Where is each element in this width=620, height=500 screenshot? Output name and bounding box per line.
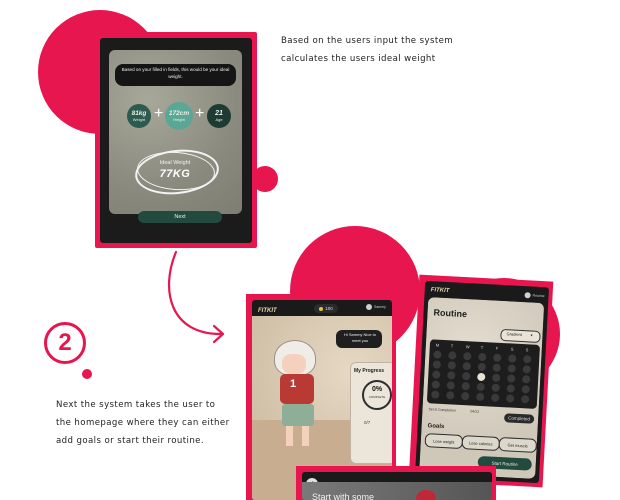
step2-caption-line1: Next the system takes the user to (56, 400, 216, 410)
goal-button-lose-weight[interactable]: Lose weight (424, 433, 464, 450)
step2-caption-line2: the homepage where they can either (56, 418, 230, 428)
bottom-red-figure (416, 490, 436, 500)
step2-number-dot (82, 369, 92, 379)
coin-icon (319, 306, 324, 311)
progress-title: My Progress (354, 368, 385, 374)
bottom-heading: Start with some (312, 492, 375, 500)
weight-circle: 81kg Weight (127, 104, 151, 128)
ideal-weight-value: 77KG (159, 168, 191, 180)
step1-caption-line1: Based on the users input the system (281, 36, 454, 46)
home-logo: FITKIT (258, 308, 277, 314)
home-speech-text: Hi Sammy Nice to meet you (343, 332, 376, 343)
progress-value: 0% (371, 386, 383, 393)
bottom-top-bar (302, 472, 492, 482)
step2-number: 2 (58, 329, 72, 356)
step2-caption-line3: add goals or start their routine. (56, 436, 204, 446)
routine-title: Routine (433, 307, 468, 320)
height-circle: 172cm Height (165, 102, 193, 130)
calendar-day-header: T (450, 343, 454, 349)
routine-complete-button[interactable]: Completed (503, 413, 535, 424)
routine-date-label: 04/22 (470, 409, 480, 414)
step1-caption: Based on the users input the system calc… (281, 32, 453, 68)
plus-sign-1: + (154, 105, 164, 122)
avatar-face (282, 354, 306, 374)
calendar-day-header: S (510, 346, 514, 352)
step1-caption-line2: calculates the users ideal weight (281, 54, 436, 64)
goals-title: Goals (427, 423, 445, 431)
avatar-leg-left (286, 426, 293, 446)
avatar-shirt-number: 1 (290, 378, 297, 390)
age-label: Age (215, 117, 223, 122)
home-user-name: Sammy (374, 305, 386, 309)
step2-caption: Next the system takes the user to the ho… (56, 396, 230, 450)
home-coins: 100 (325, 306, 333, 311)
calendar-day-header: W (465, 344, 470, 350)
home-coin-counter: 100 (314, 304, 338, 313)
plus-sign-2: + (195, 105, 205, 122)
result-card: Based on your filled in fields, this wou… (109, 50, 242, 214)
next-button[interactable]: Next (138, 211, 222, 223)
flow-arrow (168, 250, 225, 344)
age-value: 21 (215, 110, 223, 117)
bottom-phone-screen: ‹ Start with some (302, 472, 492, 500)
goal-button-get-muscle[interactable]: Get muscle (498, 436, 538, 453)
progress-label: COMPLETE (368, 395, 386, 399)
avatar-shorts (282, 404, 314, 426)
progress-fraction: 0/7 (364, 420, 371, 425)
result-message: Based on your filled in fields, this wou… (121, 67, 230, 79)
avatar-shirt (280, 374, 314, 404)
home-user-avatar-icon[interactable] (366, 304, 372, 310)
age-circle: 21 Age (207, 104, 231, 128)
calendar-day-header: S (525, 347, 529, 353)
ideal-weight-label: Ideal Weight (159, 160, 191, 166)
weight-value: 81kg (131, 110, 147, 117)
calendar-day-header: M (435, 342, 440, 348)
calendar-day-header: F (495, 345, 499, 351)
goal-button-lose-calories[interactable]: Lose calories (461, 435, 501, 452)
step1-phone-screen: Based on your filled in fields, this wou… (100, 38, 252, 243)
calendar-day-header: T (480, 344, 484, 351)
progress-card[interactable] (350, 362, 392, 464)
routine-user-icon[interactable] (524, 292, 531, 299)
height-label: Height (173, 117, 185, 122)
routine-user-label: Routine (532, 293, 545, 299)
avatar-leg-right (302, 426, 309, 446)
routine-phone-screen: FITKIT Routine Routine Gradient ▾ M T W T F S… (414, 280, 550, 484)
chevron-down-icon: ▾ (530, 332, 533, 338)
routine-logo: FITKIT (430, 287, 450, 295)
height-value: 172cm (168, 110, 190, 117)
routine-dropdown-value: Gradient (506, 331, 523, 338)
weight-label: Weight (132, 117, 146, 122)
routine-complete-label: Completed (508, 415, 531, 422)
